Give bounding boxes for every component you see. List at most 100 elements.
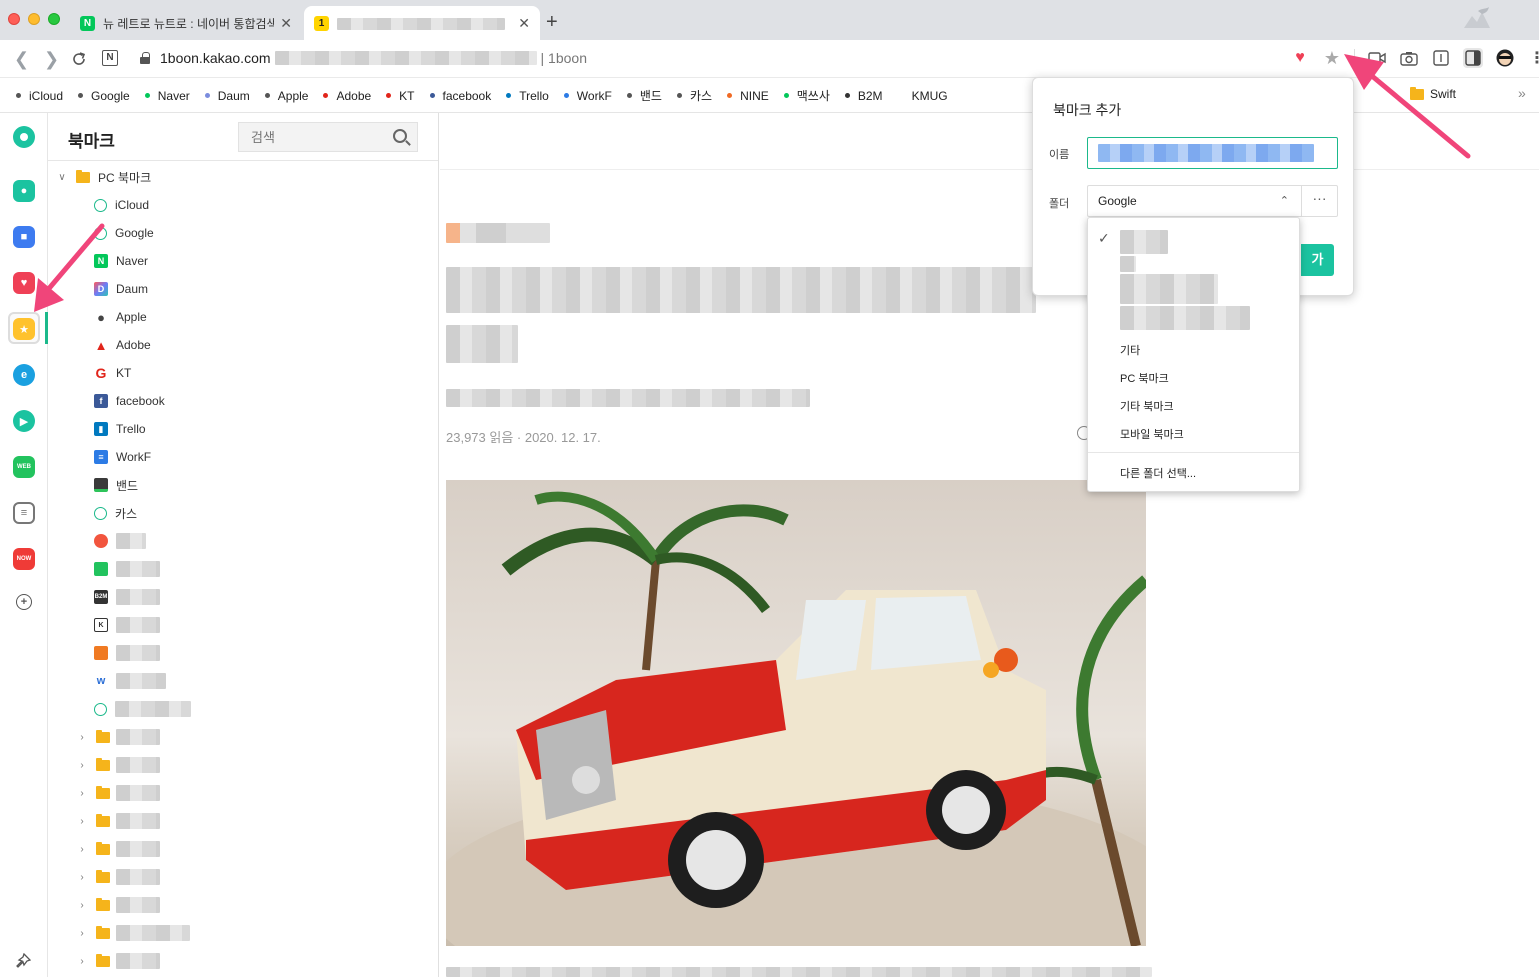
bookmark-folder-swift[interactable]: Swift xyxy=(1410,86,1456,101)
dropdown-item[interactable]: PC 북마크 xyxy=(1120,370,1169,386)
bookmark-name-input[interactable] xyxy=(1087,137,1338,169)
tree-item[interactable]: ● Apple xyxy=(48,303,438,331)
bookmark-bar-item[interactable]: Naver xyxy=(144,89,190,103)
profile-avatar[interactable] xyxy=(1495,48,1515,68)
tree-folder-redacted[interactable]: › xyxy=(48,835,438,863)
bookmark-star-icon[interactable]: ★ xyxy=(1322,48,1342,68)
bookmark-bar-item[interactable]: iCloud xyxy=(16,89,63,103)
papago-translate-icon[interactable]: e xyxy=(13,364,35,386)
bookmark-bar-item[interactable]: B2M xyxy=(844,89,883,103)
tree-item-redacted[interactable] xyxy=(48,639,438,667)
forward-icon[interactable]: ❯ xyxy=(44,49,59,70)
now-icon[interactable]: NOW xyxy=(13,548,35,570)
tree-item-redacted[interactable]: w xyxy=(48,667,438,695)
dropdown-item[interactable]: 기타 북마크 xyxy=(1120,398,1174,414)
tree-item[interactable]: 밴드 xyxy=(48,471,438,499)
tab-naver-search[interactable]: N 뉴 레트로 뉴트로 : 네이버 통합검색 ✕ xyxy=(70,6,302,40)
dropdown-item-redacted[interactable] xyxy=(1120,274,1218,304)
reload-icon[interactable] xyxy=(70,50,88,68)
bookmark-bar-item[interactable]: 맥쓰사 xyxy=(783,87,830,104)
chevron-right-icon[interactable]: › xyxy=(76,928,88,939)
chevron-right-icon[interactable]: › xyxy=(76,816,88,827)
webtoon-icon[interactable]: WEB xyxy=(13,456,35,478)
tree-folder-redacted[interactable]: › xyxy=(48,723,438,751)
url-field[interactable]: 1boon.kakao.com | 1boon xyxy=(140,50,587,66)
tree-folder-redacted[interactable]: › xyxy=(48,891,438,919)
menu-icon[interactable]: ⋮ xyxy=(1527,48,1539,68)
bookmark-search[interactable] xyxy=(238,122,418,152)
bookmark-bar-item[interactable]: Google xyxy=(78,89,130,103)
video-capture-icon[interactable] xyxy=(1367,48,1387,68)
back-icon[interactable]: ❮ xyxy=(14,49,29,70)
dropdown-item[interactable]: 기타 xyxy=(1120,342,1140,358)
capture-camera-icon[interactable] xyxy=(1399,48,1419,68)
bookmark-bar-item[interactable]: facebook xyxy=(429,89,491,103)
tree-item[interactable]: Google xyxy=(48,219,438,247)
bookmark-bar-item[interactable]: Trello xyxy=(506,89,549,103)
media-player-icon[interactable]: ▶ xyxy=(13,410,35,432)
choose-other-folder[interactable]: 다른 폴더 선택... xyxy=(1120,465,1196,481)
add-bookmark-button[interactable]: 가 xyxy=(1301,244,1334,276)
toolbox-icon[interactable]: ■ xyxy=(13,226,35,248)
bookmark-bar-item[interactable]: 카스 xyxy=(676,87,712,104)
tree-folder-redacted[interactable]: › xyxy=(48,779,438,807)
dropdown-item-redacted[interactable] xyxy=(1120,306,1250,330)
memo-icon[interactable]: ≡ xyxy=(13,502,35,524)
sidebar-toggle-icon[interactable] xyxy=(1463,48,1483,68)
pin-icon[interactable] xyxy=(15,953,31,969)
reader-view-icon[interactable] xyxy=(1431,48,1451,68)
add-sidebar-icon[interactable]: + xyxy=(16,594,32,610)
chevron-down-icon[interactable]: ∨ xyxy=(56,172,68,183)
tree-item[interactable]: ▲ Adobe xyxy=(48,331,438,359)
chevron-right-icon[interactable]: › xyxy=(76,900,88,911)
bookmark-bar-item[interactable]: Daum xyxy=(204,89,250,103)
tree-item[interactable]: G KT xyxy=(48,359,438,387)
pocket-sidebar-icon[interactable]: ♥ xyxy=(13,272,35,294)
tree-item[interactable]: D Daum xyxy=(48,275,438,303)
search-input[interactable] xyxy=(239,123,379,151)
tab-close-icon[interactable]: ✕ xyxy=(518,15,530,32)
bookmark-bar-item[interactable]: Adobe xyxy=(323,89,371,103)
chevron-right-icon[interactable]: › xyxy=(76,844,88,855)
new-tab-button[interactable]: + xyxy=(546,11,558,34)
tree-folder-redacted[interactable]: › xyxy=(48,863,438,891)
chevron-right-icon[interactable]: › xyxy=(76,788,88,799)
chevron-right-icon[interactable]: › xyxy=(76,872,88,883)
bookmark-bar-item[interactable]: 밴드 xyxy=(626,87,662,104)
tree-item-redacted[interactable] xyxy=(48,527,438,555)
bookmark-bar-item[interactable]: Apple xyxy=(264,89,308,103)
tree-folder-redacted[interactable]: › xyxy=(48,919,438,947)
tab-close-icon[interactable]: ✕ xyxy=(280,15,292,32)
chevron-right-icon[interactable]: › xyxy=(76,732,88,743)
tree-folder-redacted[interactable]: › xyxy=(48,751,438,779)
bookmark-overflow-icon[interactable]: » xyxy=(1518,85,1526,101)
chevron-right-icon[interactable]: › xyxy=(76,956,88,967)
tree-folder-redacted[interactable]: › xyxy=(48,947,438,975)
bookmark-bar-item[interactable]: NINE xyxy=(727,89,769,103)
tree-item[interactable]: ▮ Trello xyxy=(48,415,438,443)
reader-mode-icon[interactable]: N xyxy=(102,50,118,66)
bookmark-sidebar-icon[interactable]: ★ xyxy=(13,318,35,340)
tree-item[interactable]: iCloud xyxy=(48,191,438,219)
pocket-icon[interactable]: ♥ xyxy=(1290,48,1310,68)
tree-item-redacted[interactable]: K xyxy=(48,611,438,639)
bookmark-bar-item[interactable]: KMUG xyxy=(912,89,948,103)
search-icon[interactable] xyxy=(393,129,407,143)
tree-item[interactable]: ≡ WorkF xyxy=(48,443,438,471)
bookmark-bar-item[interactable]: WorkF xyxy=(563,89,612,103)
folder-select[interactable]: Google ⌃ xyxy=(1087,185,1301,217)
tree-item[interactable]: 카스 xyxy=(48,499,438,527)
dropdown-item[interactable]: 모바일 북마크 xyxy=(1120,426,1184,442)
tree-item[interactable]: N Naver xyxy=(48,247,438,275)
tree-item-redacted[interactable] xyxy=(48,555,438,583)
minimize-window-button[interactable] xyxy=(28,13,40,25)
chevron-right-icon[interactable]: › xyxy=(76,760,88,771)
tree-root-pc-bookmarks[interactable]: ∨ PC 북마크 xyxy=(48,163,438,191)
tree-folder-redacted[interactable]: › xyxy=(48,807,438,835)
close-window-button[interactable] xyxy=(8,13,20,25)
new-folder-more-button[interactable]: ··· xyxy=(1301,185,1338,217)
bookmark-bar-item[interactable]: KT xyxy=(386,89,415,103)
dropdown-item-redacted[interactable] xyxy=(1120,256,1136,272)
notification-bell-icon[interactable]: ● xyxy=(13,180,35,202)
whale-home-icon[interactable] xyxy=(13,126,35,148)
